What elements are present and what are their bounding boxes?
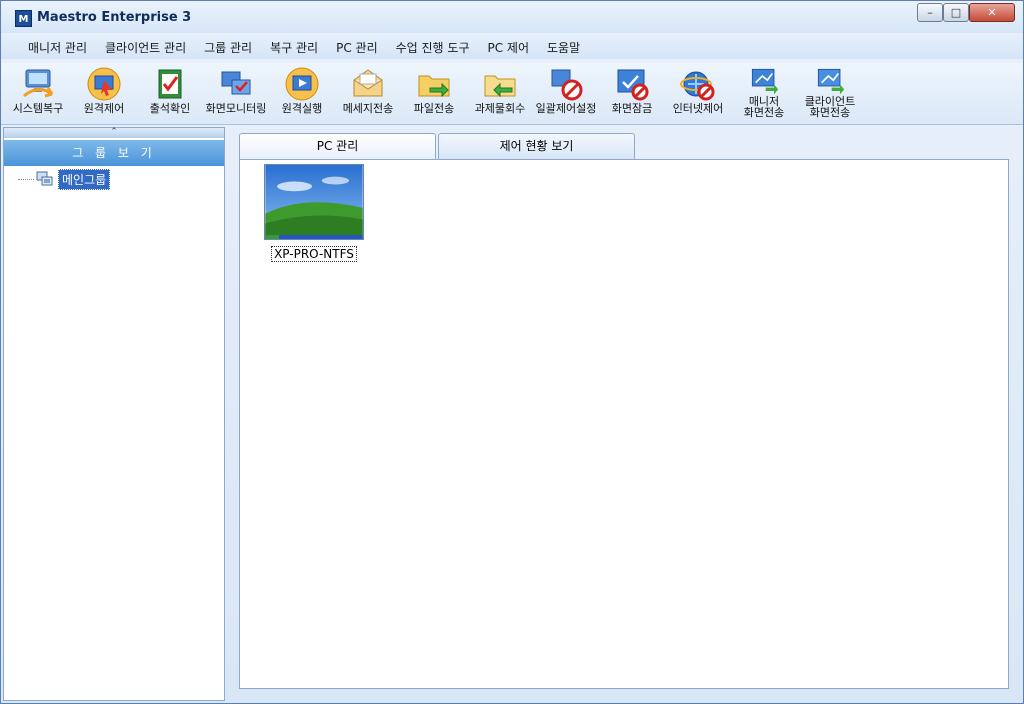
- screen-lock-button[interactable]: 화면잠금: [599, 63, 665, 123]
- remote-control-button[interactable]: 원격제어: [71, 63, 137, 123]
- maximize-button[interactable]: □: [943, 3, 969, 22]
- toolbar-label-line2: 화면전송: [809, 106, 851, 119]
- toolbar-label: 출석확인: [149, 102, 191, 115]
- remote-execute-icon: [285, 67, 319, 101]
- client-screen-send-icon: [817, 68, 845, 95]
- pc-item[interactable]: XP-PRO-NTFS: [262, 164, 366, 262]
- tree-connector: [18, 178, 34, 180]
- toolbar-label: 원격실행: [281, 102, 323, 115]
- app-title: Maestro Enterprise 3: [37, 10, 192, 25]
- chevron-up-icon: ⌃: [110, 127, 118, 137]
- system-restore-icon: [23, 69, 54, 98]
- message-send-button[interactable]: 메세지전송: [335, 63, 401, 123]
- tab-bar: PC 관리 제어 현황 보기: [239, 133, 637, 159]
- app-window: M Maestro Enterprise 3 – □ ✕ 매니저 관리 클라이언…: [0, 0, 1024, 704]
- tab-pc-management[interactable]: PC 관리: [239, 133, 436, 159]
- client-screen-send-button[interactable]: 클라이언트 화면전송: [797, 63, 863, 123]
- toolbar-label: 일괄제어설정: [535, 102, 597, 115]
- tab-control-status[interactable]: 제어 현황 보기: [438, 133, 635, 159]
- toolbar: 시스템복구 원격제어 출석확인 화면모니터링 원격실행 메세지전송 파일전송 과…: [1, 63, 1023, 125]
- remote-control-icon: [87, 67, 121, 101]
- manager-screen-send-icon: [751, 68, 779, 95]
- minimize-button[interactable]: –: [917, 3, 943, 22]
- screen-lock-icon: [617, 69, 649, 101]
- menu-client-admin[interactable]: 클라이언트 관리: [98, 39, 193, 56]
- title-bar[interactable]: M Maestro Enterprise 3 – □ ✕: [1, 1, 1023, 33]
- toolbar-label: 원격제어: [83, 102, 125, 115]
- internet-control-icon: [680, 71, 715, 101]
- attendance-icon: [158, 69, 182, 99]
- menu-restore-admin[interactable]: 복구 관리: [263, 39, 325, 56]
- app-logo-icon: M: [15, 10, 32, 27]
- system-restore-button[interactable]: 시스템복구: [5, 63, 71, 123]
- tree-item-main-group[interactable]: 메인그룹: [18, 168, 111, 190]
- message-icon: [353, 69, 383, 97]
- group-pane: ⌃ 그 룹 보 기 메인그룹: [3, 127, 225, 701]
- toolbar-label: 화면모니터링: [205, 102, 267, 115]
- main-pane: PC 관리 제어 현황 보기 XP-PRO-NTFS: [227, 127, 1021, 701]
- toolbar-label: 과제물회수: [474, 102, 526, 115]
- collapse-toolbar-button[interactable]: ⌃: [4, 128, 224, 138]
- attendance-button[interactable]: 출석확인: [137, 63, 203, 123]
- collect-assignment-icon: [484, 75, 516, 98]
- group-view-header: 그 룹 보 기: [4, 140, 224, 166]
- screen-monitor-icon: [221, 71, 251, 95]
- menu-help[interactable]: 도움말: [540, 39, 587, 56]
- toolbar-label: 화면잠금: [611, 102, 653, 115]
- menu-manager-admin[interactable]: 매니저 관리: [21, 39, 94, 56]
- menu-class-tools[interactable]: 수업 진행 도구: [389, 39, 477, 56]
- group-icon: [36, 171, 53, 186]
- toolbar-label: 인터넷제어: [672, 102, 724, 115]
- window-controls: – □ ✕: [917, 3, 1015, 22]
- file-send-button[interactable]: 파일전송: [401, 63, 467, 123]
- internet-control-button[interactable]: 인터넷제어: [665, 63, 731, 123]
- screen-monitor-button[interactable]: 화면모니터링: [203, 63, 269, 123]
- menu-pc-control[interactable]: PC 제어: [480, 39, 536, 56]
- toolbar-label: 시스템복구: [12, 102, 64, 115]
- bulk-control-button[interactable]: 일괄제어설정: [533, 63, 599, 123]
- remote-execute-button[interactable]: 원격실행: [269, 63, 335, 123]
- file-send-icon: [418, 75, 450, 98]
- collect-assignment-button[interactable]: 과제물회수: [467, 63, 533, 123]
- bulk-control-icon: [551, 69, 583, 101]
- manager-screen-send-button[interactable]: 매니저 화면전송: [731, 63, 797, 123]
- toolbar-label: 메세지전송: [342, 102, 394, 115]
- menu-pc-admin[interactable]: PC 관리: [329, 39, 385, 56]
- desktop-thumbnail: [264, 164, 364, 240]
- menu-group-admin[interactable]: 그룹 관리: [197, 39, 259, 56]
- toolbar-label-line2: 화면전송: [743, 106, 785, 119]
- close-button[interactable]: ✕: [969, 3, 1015, 22]
- tree-item-label: 메인그룹: [58, 168, 111, 190]
- toolbar-label: 파일전송: [413, 102, 455, 115]
- pc-name-label: XP-PRO-NTFS: [271, 246, 357, 262]
- menu-bar: 매니저 관리 클라이언트 관리 그룹 관리 복구 관리 PC 관리 수업 진행 …: [1, 35, 1023, 59]
- pc-list-area: XP-PRO-NTFS: [239, 159, 1009, 689]
